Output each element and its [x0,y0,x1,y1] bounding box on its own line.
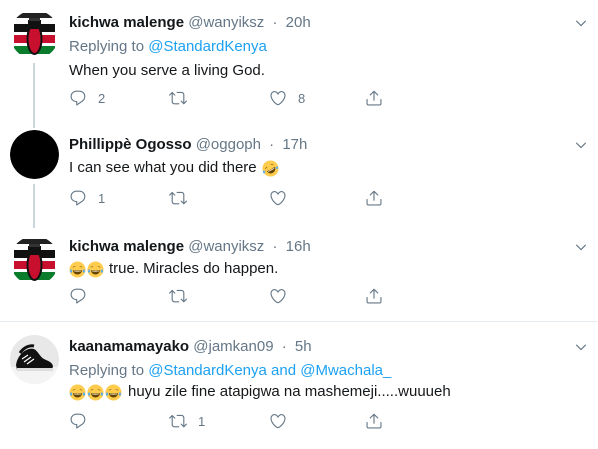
tweet-actions: 1 [69,411,409,431]
retweet-button[interactable] [169,188,198,208]
separator-dot: · [272,238,278,255]
reply-button[interactable]: 2 [69,88,105,108]
reply-icon [69,189,87,207]
user-handle[interactable]: @jamkan09 [193,338,273,355]
like-button[interactable]: 8 [269,88,305,108]
like-count: 8 [298,90,306,106]
share-button[interactable] [365,88,383,108]
thread-line [33,63,35,120]
mention-link[interactable]: @StandardKenya [148,362,267,379]
avatar[interactable] [10,130,59,179]
tweet-header: kichwa malenge @wanyiksz · 16h [69,237,311,257]
tweet[interactable]: kichwa malenge @wanyiksz · 20h Replying … [0,0,598,120]
tweet[interactable]: Phillippè Ogosso @oggoph · 17h I can see… [0,118,598,228]
replying-to: Replying to @StandardKenya [69,37,267,57]
like-button[interactable] [269,188,298,208]
avatar[interactable] [10,335,59,384]
mention-link[interactable]: @StandardKenya [148,38,267,55]
replying-to-label: Replying to [69,38,145,55]
tweet-text-content: true. Miracles do happen. [109,260,279,277]
tweet-header: kaanamamayako @jamkan09 · 5h [69,337,312,357]
tweet-text-content: I can see what you did there [69,159,257,176]
joy-emoji [69,384,86,401]
user-handle[interactable]: @oggoph [196,136,261,153]
tweet-header: Phillippè Ogosso @oggoph · 17h [69,135,307,155]
thread-line [33,118,35,128]
replying-to: Replying to @StandardKenya and @Mwachala… [69,361,391,381]
tweet[interactable]: kichwa malenge @wanyiksz · 16h true. Mir… [0,228,598,320]
joy-emoji [105,384,122,401]
rofl-emoji [262,160,279,177]
timestamp[interactable]: 20h [286,14,311,31]
tweet-actions [69,286,409,306]
retweet-button[interactable] [169,286,198,306]
replying-to-label: Replying to [69,362,145,379]
share-icon [365,412,383,430]
reply-button[interactable] [69,286,98,306]
share-icon [365,89,383,107]
reply-count: 2 [98,90,106,106]
joy-emoji [87,384,104,401]
reply-button[interactable] [69,411,98,431]
display-name[interactable]: kichwa malenge [69,238,184,255]
separator-dot: · [272,14,278,31]
retweet-count: 1 [198,413,206,429]
tweet[interactable]: kaanamamayako @jamkan09 · 5h Replying to… [0,322,598,449]
display-name[interactable]: Phillippè Ogosso [69,136,192,153]
avatar[interactable] [10,10,59,59]
timestamp[interactable]: 16h [286,238,311,255]
retweet-button[interactable]: 1 [169,411,205,431]
like-button[interactable] [269,411,298,431]
chevron-down-icon[interactable] [574,340,588,354]
thread-line [33,184,35,228]
reply-icon [69,412,87,430]
tweet-text: When you serve a living God. [69,61,265,81]
tweet-header: kichwa malenge @wanyiksz · 20h [69,13,311,33]
joy-emoji [69,261,86,278]
retweet-icon [169,89,187,107]
heart-icon [269,287,287,305]
chevron-down-icon[interactable] [574,16,588,30]
retweet-icon [169,412,187,430]
display-name[interactable]: kichwa malenge [69,14,184,31]
separator-dot: · [281,338,287,355]
timestamp[interactable]: 5h [295,338,312,355]
tweet-actions: 2 8 [69,88,409,108]
separator-dot: · [269,136,275,153]
timestamp[interactable]: 17h [282,136,307,153]
share-icon [365,189,383,207]
retweet-icon [169,287,187,305]
tweet-text: huyu zile fine atapigwa na mashemeji....… [69,382,451,402]
display-name[interactable]: kaanamamayako [69,338,189,355]
heart-icon [269,89,287,107]
reply-icon [69,287,87,305]
share-button[interactable] [365,286,383,306]
user-handle[interactable]: @wanyiksz [188,14,264,31]
mention-joiner[interactable]: and [271,362,296,379]
heart-icon [269,189,287,207]
tweet-actions: 1 [69,188,409,208]
chevron-down-icon[interactable] [574,240,588,254]
tweet-text-content: When you serve a living God. [69,62,265,79]
tweet-text-content: huyu zile fine atapigwa na mashemeji....… [128,383,451,400]
share-icon [365,287,383,305]
avatar[interactable] [10,236,59,285]
mention-link[interactable]: @Mwachala_ [300,362,391,379]
retweet-button[interactable] [169,88,198,108]
like-button[interactable] [269,286,298,306]
heart-icon [269,412,287,430]
user-handle[interactable]: @wanyiksz [188,238,264,255]
reply-icon [69,89,87,107]
joy-emoji [87,261,104,278]
reply-count: 1 [98,190,106,206]
share-button[interactable] [365,411,383,431]
tweet-text: I can see what you did there [69,158,280,178]
reply-button[interactable]: 1 [69,188,105,208]
tweet-text: true. Miracles do happen. [69,259,278,279]
retweet-icon [169,189,187,207]
chevron-down-icon[interactable] [574,138,588,152]
share-button[interactable] [365,188,383,208]
